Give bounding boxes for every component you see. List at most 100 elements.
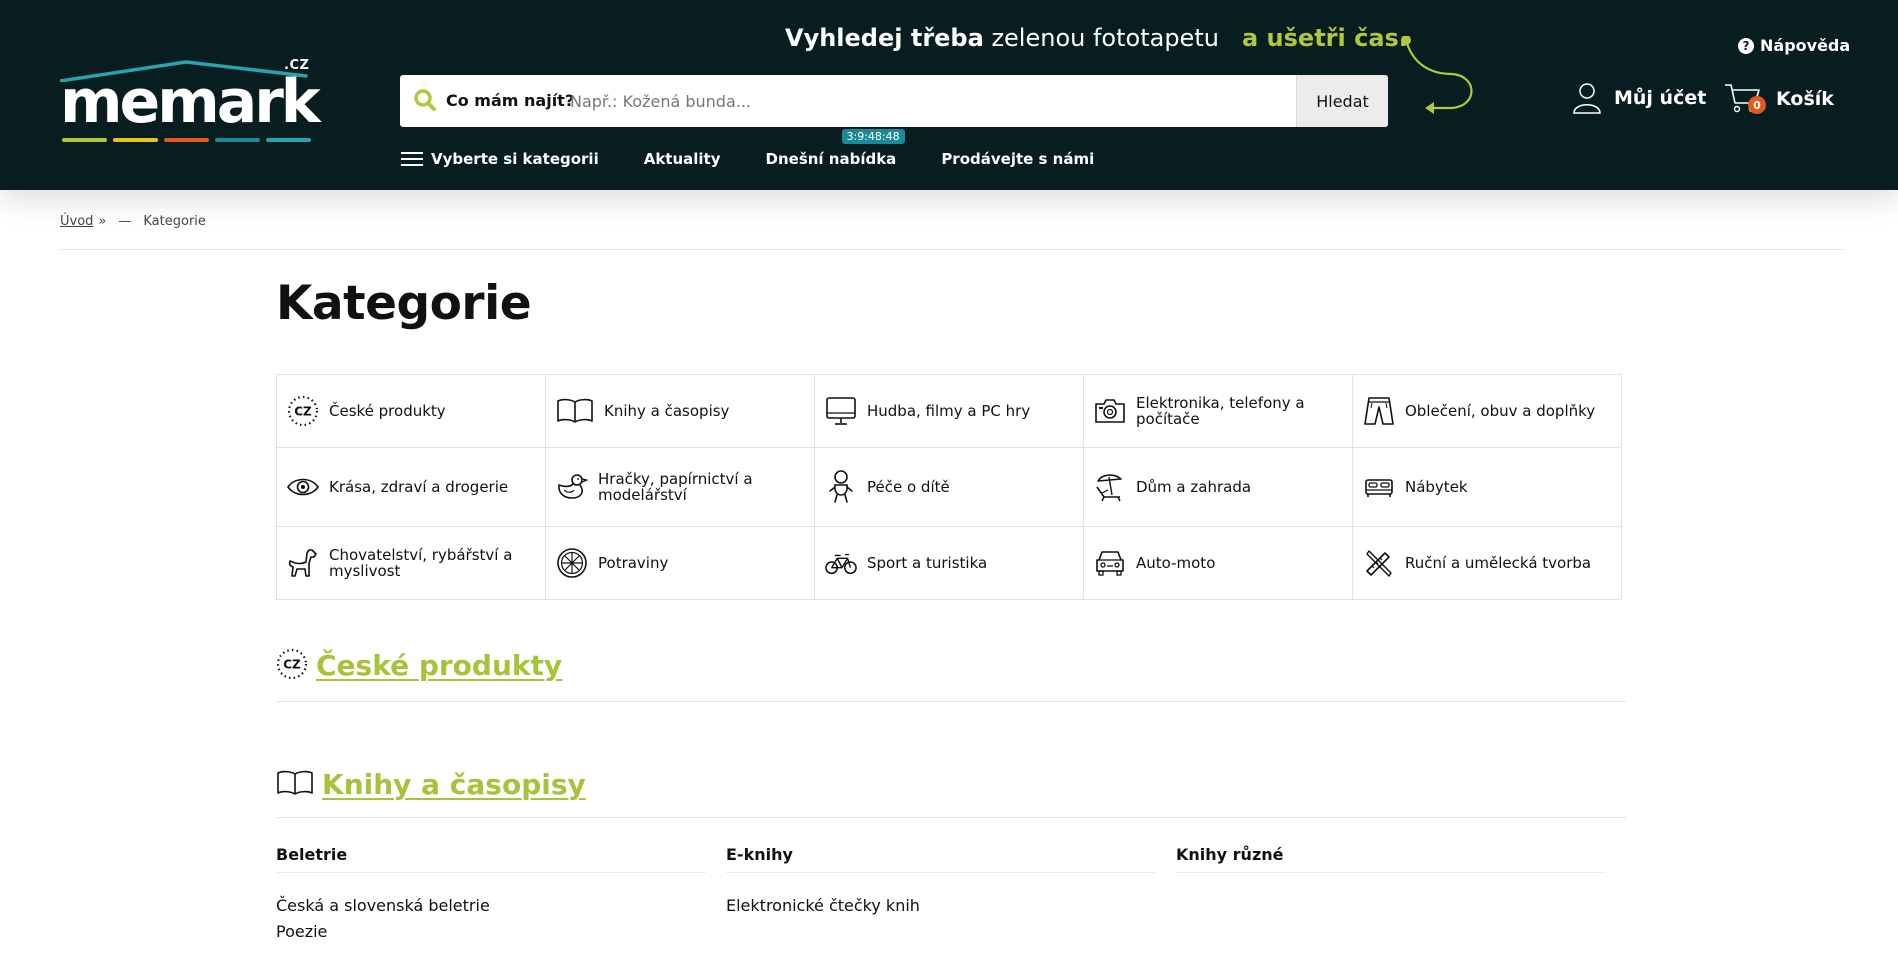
subcategory-column-fiction: Beletrie Česká a slovenská beletrie Poez… (276, 845, 706, 945)
search-tagline: Vyhledej třeba zelenou fototapetu (785, 24, 1219, 52)
nav-categories-label: Vyberte si kategorii (431, 150, 599, 168)
category-furniture[interactable]: Nábytek (1353, 448, 1622, 527)
cz-icon: CZ (287, 395, 319, 427)
svg-text:CZ: CZ (294, 405, 312, 419)
section-czech-products-title[interactable]: České produkty (316, 649, 562, 682)
subcategory-link[interactable]: Poezie (276, 919, 706, 945)
tagline-rest: zelenou fototapetu (983, 24, 1219, 52)
subcategory-heading[interactable]: Knihy různé (1176, 845, 1606, 873)
subcategory-column-ebooks: E-knihy Elektronické čtečky knih (726, 845, 1156, 919)
breadcrumb: Úvod » — Kategorie (60, 214, 206, 229)
search-button[interactable]: Hledat (1296, 75, 1388, 127)
subcategory-heading[interactable]: E-knihy (726, 845, 1156, 873)
subcategory-column-misc-books: Knihy různé (1176, 845, 1606, 873)
search-input[interactable] (570, 83, 1090, 119)
craft-tools-icon (1363, 547, 1395, 579)
category-home-garden[interactable]: Dům a zahrada (1084, 448, 1353, 527)
tagline-save: a ušetři čas. (1242, 24, 1408, 52)
pants-icon (1363, 395, 1395, 427)
category-label: Potraviny (598, 554, 669, 572)
account-link[interactable]: Můj účet (1572, 82, 1706, 114)
subcategory-links: Elektronické čtečky knih (726, 893, 1156, 919)
category-label: Dům a zahrada (1136, 478, 1252, 496)
category-label: Hudba, filmy a PC hry (867, 402, 1031, 420)
tagline-bold: Vyhledej třeba (785, 24, 984, 52)
category-label: Hračky, papírnictví a modelářství (598, 470, 753, 504)
category-clothing[interactable]: Oblečení, obuv a doplňky (1353, 375, 1622, 448)
monitor-icon (825, 395, 857, 427)
book-icon (277, 770, 313, 795)
eye-icon (287, 471, 319, 503)
nav-sell[interactable]: Prodávejte s námi (941, 150, 1094, 168)
category-label: Knihy a časopisy (604, 402, 730, 420)
nav-sell-label: Prodávejte s námi (941, 150, 1095, 168)
subcategory-link[interactable]: Česká a slovenská beletrie (276, 893, 706, 919)
page-title: Kategorie (276, 276, 532, 331)
category-czech-products[interactable]: CZ České produkty (277, 375, 546, 448)
category-beauty-health[interactable]: Krása, zdraví a drogerie (277, 448, 546, 527)
logo-wordmark: memark (60, 67, 321, 137)
subcategory-heading[interactable]: Beletrie (276, 845, 706, 873)
search-label: Co mám najít? (446, 91, 575, 110)
search-icon (414, 89, 436, 111)
category-pets-fishing-hunting[interactable]: Chovatelství, rybářství a myslivost (277, 527, 546, 600)
category-sport-tourism[interactable]: Sport a turistika (815, 527, 1084, 600)
category-label: Elektronika, telefony a počítače (1136, 394, 1305, 428)
nav-categories[interactable]: Vyberte si kategorii (401, 150, 599, 168)
category-label: Sport a turistika (867, 554, 988, 572)
logo-stripe-yellow (113, 138, 158, 142)
section-divider (276, 701, 1626, 702)
category-books[interactable]: Knihy a časopisy (546, 375, 815, 448)
site-logo[interactable]: .CZ memark (60, 58, 325, 144)
nav-news-label: Aktuality (643, 150, 721, 168)
help-label: Nápověda (1760, 36, 1851, 55)
question-icon: ? (1738, 37, 1754, 54)
nav-today-offer[interactable]: 3:9:48:48 Dnešní nabídka (766, 129, 905, 168)
user-icon (1573, 83, 1601, 114)
category-auto-moto[interactable]: Auto-moto (1084, 527, 1353, 600)
hamburger-icon (401, 152, 423, 166)
logo-stripes (62, 138, 311, 142)
logo-stripe-orange (164, 138, 209, 142)
main-nav: Vyberte si kategorii Aktuality 3:9:48:48… (401, 129, 1094, 168)
camera-icon (1094, 395, 1126, 427)
logo-stripe-cyan (266, 138, 311, 142)
car-icon (1094, 547, 1126, 579)
offer-timer-badge: 3:9:48:48 (841, 129, 905, 144)
cart-icon-wrap: 0 (1724, 82, 1766, 116)
cart-label: Košík (1776, 88, 1834, 110)
citrus-icon (556, 547, 588, 579)
breadcrumb-home[interactable]: Úvod (60, 214, 93, 229)
category-music-movies-games[interactable]: Hudba, filmy a PC hry (815, 375, 1084, 448)
category-grid: CZ České produkty Knihy a časopisy Hudba… (276, 374, 1622, 600)
search-bar: Co mám najít? Hledat (400, 75, 1388, 127)
category-label: Nábytek (1405, 478, 1468, 496)
category-toys-stationery[interactable]: Hračky, papírnictví a modelářství (546, 448, 815, 527)
bicycle-icon (825, 547, 857, 579)
category-label: Péče o dítě (867, 478, 950, 496)
category-food[interactable]: Potraviny (546, 527, 815, 600)
curved-arrow-icon (1401, 36, 1473, 114)
section-books-head: Knihy a časopisy (276, 768, 586, 801)
duck-icon (556, 471, 588, 503)
cart-count-badge: 0 (1748, 96, 1766, 114)
breadcrumb-separator: » (98, 214, 107, 229)
help-link[interactable]: ? Nápověda (1738, 36, 1850, 55)
category-baby-care[interactable]: Péče o dítě (815, 448, 1084, 527)
subcategory-link[interactable]: Elektronické čtečky knih (726, 893, 1156, 919)
book-icon (556, 395, 594, 427)
account-label: Můj účet (1614, 87, 1707, 109)
category-label: Krása, zdraví a drogerie (329, 478, 509, 496)
breadcrumb-dash: — (118, 214, 132, 229)
subcategory-links: Česká a slovenská beletrie Poezie (276, 893, 706, 945)
svg-text:CZ: CZ (283, 658, 301, 672)
section-books-title[interactable]: Knihy a časopisy (322, 768, 586, 801)
category-label: Ruční a umělecká tvorba (1405, 554, 1592, 572)
section-czech-products-head: CZ České produkty (276, 648, 562, 682)
cz-icon: CZ (276, 648, 308, 680)
nav-news[interactable]: Aktuality (644, 150, 721, 168)
baby-icon (825, 470, 857, 503)
cart-link[interactable]: 0 Košík (1724, 82, 1834, 116)
category-electronics[interactable]: Elektronika, telefony a počítače (1084, 375, 1353, 448)
category-handcraft[interactable]: Ruční a umělecká tvorba (1353, 527, 1622, 600)
